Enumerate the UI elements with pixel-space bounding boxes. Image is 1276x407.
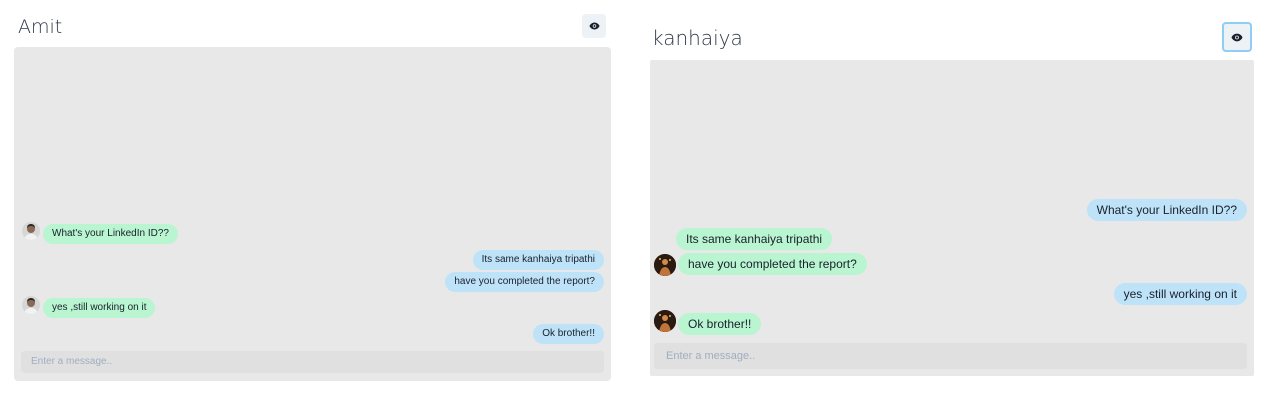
message-bubble: What's your LinkedIn ID?? xyxy=(43,224,178,244)
message-bubble: have you completed the report? xyxy=(445,272,604,292)
message-area[interactable]: What's your LinkedIn ID?? Its same kanha… xyxy=(14,47,611,381)
message-input[interactable]: Enter a message.. xyxy=(21,351,604,373)
chat-panel-left: Amit What's your LinkedIn ID?? Its same … xyxy=(14,8,611,381)
message-input[interactable]: Enter a message.. xyxy=(654,343,1247,369)
chat-title: kanhaiya xyxy=(652,26,743,50)
view-profile-button[interactable] xyxy=(1222,22,1252,52)
message-bubble: What's your LinkedIn ID?? xyxy=(1086,199,1247,221)
message-bubble: yes ,still working on it xyxy=(1113,283,1247,305)
avatar xyxy=(654,310,676,332)
eye-icon xyxy=(1231,33,1243,41)
avatar xyxy=(22,222,40,240)
message-bubble: Its same kanhaiya tripathi xyxy=(676,228,833,250)
message-bubble: Ok brother!! xyxy=(678,313,762,335)
message-bubble: Its same kanhaiya tripathi xyxy=(472,250,604,270)
message-area[interactable]: What's your LinkedIn ID?? Its same kanha… xyxy=(650,60,1254,376)
message-bubble: Ok brother!! xyxy=(533,324,604,344)
message-bubble: have you completed the report? xyxy=(678,253,867,275)
chat-title: Amit xyxy=(18,16,63,38)
view-profile-button[interactable] xyxy=(582,14,606,38)
avatar xyxy=(654,254,676,276)
chat-panel-right: kanhaiya What's your LinkedIn ID?? Its s… xyxy=(650,18,1254,376)
eye-icon xyxy=(589,22,599,30)
avatar xyxy=(22,296,40,314)
message-bubble: yes ,still working on it xyxy=(43,298,156,318)
